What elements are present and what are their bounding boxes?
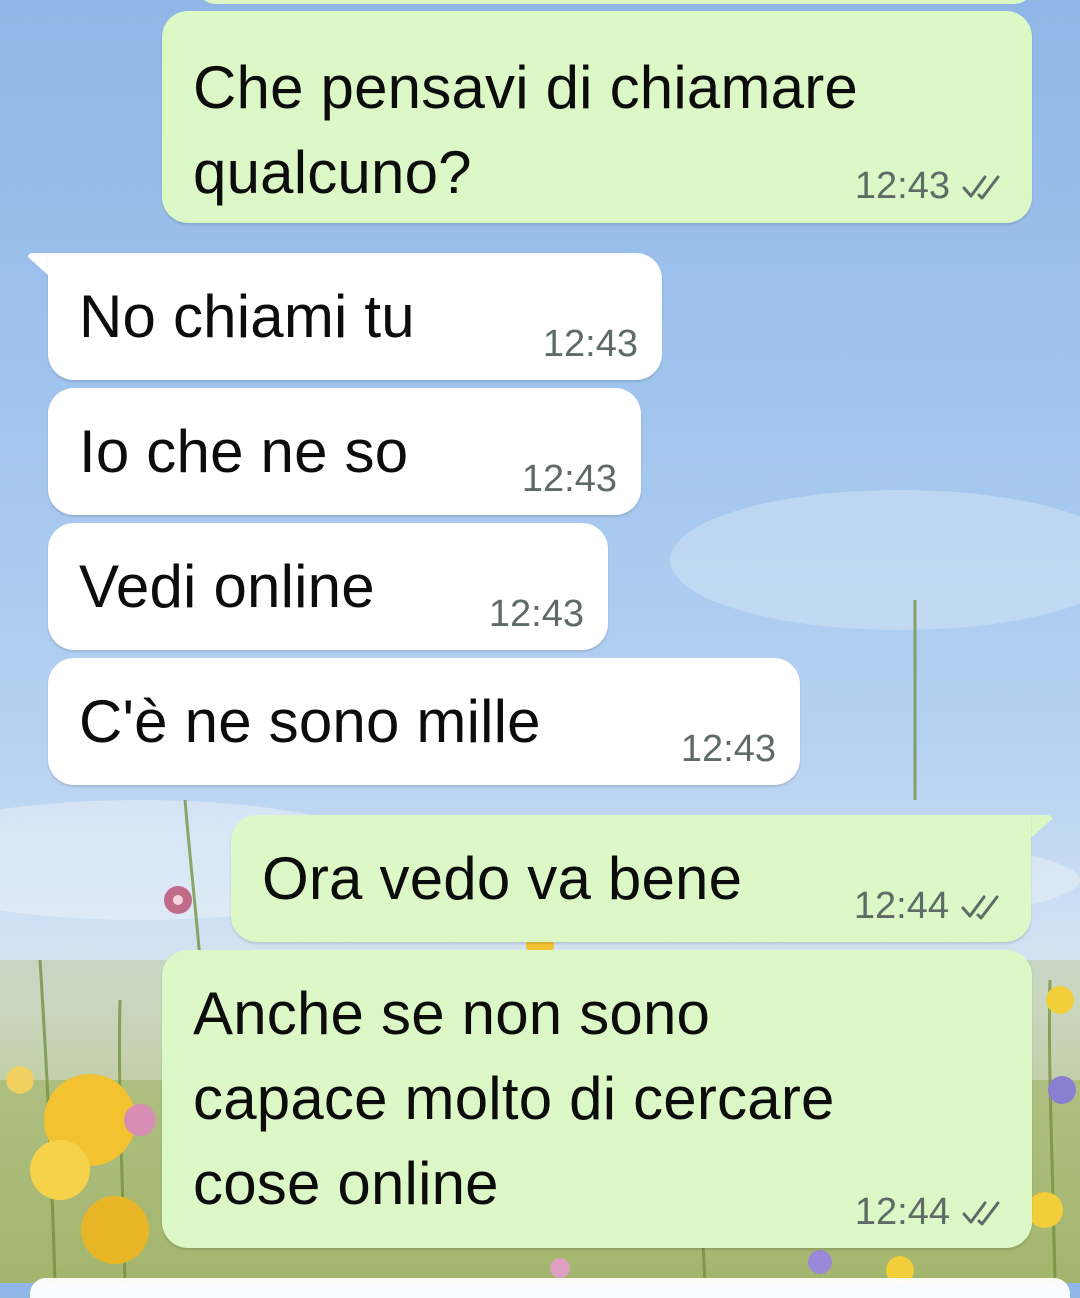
- message-time: 12:44: [854, 1191, 950, 1233]
- message-bubble-incoming[interactable]: Vedi online 12:43: [48, 523, 608, 650]
- message-time: 12:43: [542, 323, 638, 365]
- message-time: 12:43: [680, 728, 776, 770]
- message-time: 12:44: [853, 885, 949, 927]
- double-check-icon: [962, 175, 1000, 200]
- message-text: No chiami tu: [79, 283, 415, 350]
- double-check-icon: [961, 895, 999, 920]
- message-text: Io che ne so: [79, 418, 409, 485]
- previous-bubble-edge: [196, 0, 1034, 4]
- message-text: Ora vedo va bene: [262, 845, 743, 912]
- message-time: 12:43: [488, 593, 584, 635]
- message-text: C'è ne sono mille: [79, 688, 541, 755]
- next-bubble-edge: [30, 1278, 1070, 1298]
- message-bubble-incoming[interactable]: Io che ne so 12:43: [48, 388, 641, 515]
- message-bubble-outgoing[interactable]: Ora vedo va bene 12:44: [231, 815, 1031, 942]
- message-bubble-incoming[interactable]: C'è ne sono mille 12:43: [48, 658, 800, 785]
- message-text: Che pensavi di chiamare qualcuno?: [193, 54, 858, 206]
- message-time: 12:43: [854, 165, 950, 207]
- message-text: Anche se non sono capace molto di cercar…: [193, 980, 835, 1217]
- message-time: 12:43: [521, 458, 617, 500]
- message-text: Vedi online: [79, 553, 375, 620]
- double-check-icon: [962, 1201, 1000, 1226]
- message-bubble-outgoing[interactable]: Che pensavi di chiamare qualcuno? 12:43: [162, 11, 1032, 223]
- message-bubble-outgoing[interactable]: Anche se non sono capace molto di cercar…: [162, 950, 1032, 1248]
- message-bubble-incoming[interactable]: No chiami tu 12:43: [48, 253, 662, 380]
